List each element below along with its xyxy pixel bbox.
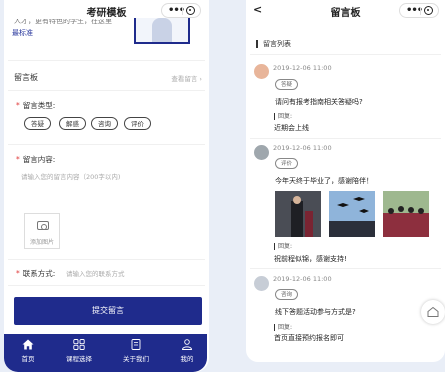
- graduation-photo[interactable]: [383, 191, 429, 237]
- section-title: 留言板: [14, 73, 38, 82]
- type-chip-review[interactable]: 评价: [124, 117, 151, 130]
- tab-home[interactable]: 首页: [8, 334, 48, 372]
- message-text: 线下答题活动参与方式是?: [275, 308, 356, 316]
- floating-home-button[interactable]: [421, 300, 445, 324]
- graduation-photo-art: [275, 191, 321, 237]
- tab-courses[interactable]: 课程选择: [59, 334, 99, 372]
- capsule-divider: [420, 7, 421, 15]
- avatar: [254, 276, 269, 291]
- graduation-photo-art: [383, 191, 429, 237]
- type-chip-consult[interactable]: 咨询: [91, 117, 118, 130]
- home-icon: [427, 306, 439, 317]
- divider: [8, 60, 205, 61]
- reply-text: 祝前程似锦，感谢支持!: [274, 255, 347, 263]
- home-icon: [22, 339, 34, 350]
- divider: [8, 285, 205, 286]
- person-figure: [152, 18, 172, 42]
- tab-bar: 首页 课程选择 关于我们 我的: [4, 334, 207, 372]
- graduation-photo[interactable]: [329, 191, 375, 237]
- intro-photo: [134, 18, 190, 44]
- avatar: [254, 64, 269, 79]
- message-tag: 咨询: [275, 289, 299, 300]
- reply-label: 回复:: [274, 113, 292, 120]
- add-image-button[interactable]: 添加图片: [24, 213, 60, 249]
- contact-label-text: 联系方式:: [22, 269, 56, 278]
- divider: [8, 259, 205, 260]
- view-messages-link[interactable]: 查看留言 ›: [171, 73, 202, 83]
- contact-input[interactable]: 请输入您的联系方式: [66, 268, 196, 278]
- type-chip-clarify[interactable]: 解惑: [59, 117, 86, 130]
- message-tag: 答疑: [275, 79, 299, 90]
- capsule-close-icon[interactable]: [186, 6, 195, 15]
- message-list-title: 留言列表: [256, 40, 291, 48]
- message-text: 请问有报考指南相关答疑吗?: [275, 98, 363, 106]
- message-list-screen: < 留言板 ••• 留言列表 2019-12-06 11:00 答疑 请问有报考…: [246, 0, 445, 362]
- graduation-photo[interactable]: [275, 191, 321, 237]
- required-mark: *: [16, 269, 20, 278]
- tab-about[interactable]: 关于我们: [116, 334, 156, 372]
- document-icon: [131, 339, 141, 350]
- message-board-header: 留言板 查看留言 ›: [14, 72, 202, 84]
- required-mark: *: [16, 101, 20, 110]
- navbar: < 留言板 •••: [246, 0, 445, 22]
- reply-text: 首页直接预约报名即可: [274, 334, 344, 342]
- contact-field-label: * 联系方式:: [16, 268, 55, 279]
- mini-program-capsule[interactable]: •••: [161, 3, 201, 18]
- reply-text: 近期会上线: [274, 124, 309, 132]
- type-label-text: 留言类型:: [22, 101, 56, 110]
- message-date: 2019-12-06 11:00: [273, 275, 332, 283]
- grid-icon: [73, 339, 85, 350]
- capsule-close-icon[interactable]: [424, 6, 433, 15]
- divider: [250, 138, 441, 139]
- add-image-label: 添加图片: [29, 239, 54, 246]
- divider: [8, 144, 205, 145]
- type-field-label: * 留言类型:: [16, 100, 55, 111]
- user-icon: [182, 339, 192, 350]
- message-date: 2019-12-06 11:00: [273, 64, 332, 72]
- required-mark: *: [16, 155, 20, 164]
- content-textarea[interactable]: 请输入您的留言内容（200字以内): [21, 171, 201, 209]
- tab-mine[interactable]: 我的: [167, 334, 207, 372]
- submit-message-button[interactable]: 提交留言: [14, 297, 202, 325]
- divider: [8, 90, 205, 91]
- divider: [250, 268, 441, 269]
- camera-icon: [37, 221, 49, 230]
- tab-courses-label: 课程选择: [66, 355, 92, 363]
- message-text: 今年天终于毕业了，感谢陪伴！: [275, 177, 373, 185]
- reply-label: 回复:: [274, 243, 292, 250]
- message-tag: 评价: [275, 158, 299, 169]
- capsule-divider: [182, 7, 183, 15]
- tab-mine-label: 我的: [180, 355, 194, 363]
- intro-link[interactable]: 最标准: [12, 28, 33, 38]
- content-field-label: * 留言内容:: [16, 154, 55, 165]
- type-chip-answer[interactable]: 答疑: [24, 117, 51, 130]
- tab-about-label: 关于我们: [123, 355, 149, 363]
- mini-program-capsule[interactable]: •••: [399, 3, 439, 18]
- content-label-text: 留言内容:: [22, 155, 56, 164]
- reply-label: 回复:: [274, 324, 292, 331]
- avatar: [254, 145, 269, 160]
- message-date: 2019-12-06 11:00: [273, 144, 332, 152]
- tab-home-label: 首页: [21, 355, 35, 363]
- graduation-photo-art: [329, 191, 375, 237]
- divider: [250, 54, 441, 55]
